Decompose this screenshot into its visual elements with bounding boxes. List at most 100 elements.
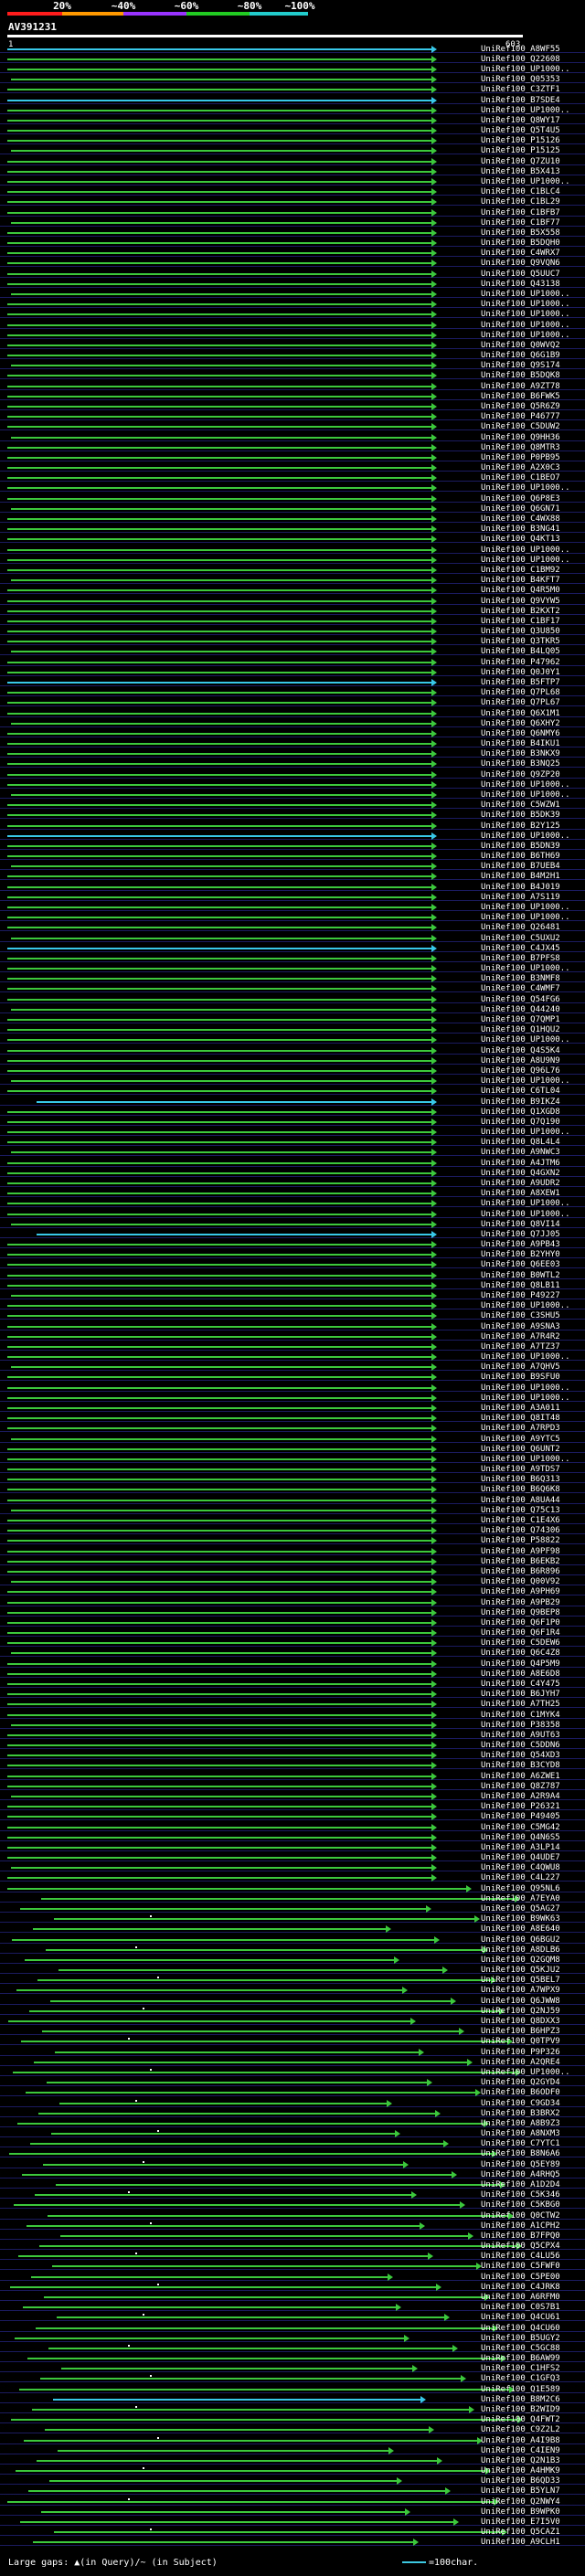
hit-label[interactable]: UniRef100_Q9VQN6 <box>481 260 560 268</box>
hit-label[interactable]: UniRef100_B4LQ05 <box>481 648 560 656</box>
hit-bar[interactable] <box>11 579 431 581</box>
hit-label[interactable]: UniRef100_P9P326 <box>481 2049 560 2057</box>
hit-bar[interactable] <box>26 2092 475 2094</box>
hit-bar[interactable] <box>7 743 431 745</box>
hit-label[interactable]: UniRef100_A8XEW1 <box>481 1190 560 1198</box>
hit-bar[interactable] <box>7 610 431 612</box>
hit-bar[interactable] <box>7 130 431 132</box>
hit-bar[interactable] <box>7 58 431 60</box>
hit-bar[interactable] <box>15 2337 404 2339</box>
hit-label[interactable]: UniRef100_UP1000.. <box>481 546 570 555</box>
hit-label[interactable]: UniRef100_C4LU56 <box>481 2253 560 2261</box>
hit-bar[interactable] <box>7 1663 431 1665</box>
hit-label[interactable]: UniRef100_UP1000.. <box>481 1036 570 1044</box>
hit-label[interactable]: UniRef100_C1BF77 <box>481 219 560 228</box>
hit-bar[interactable] <box>7 1642 431 1644</box>
hit-bar[interactable] <box>13 2072 516 2073</box>
hit-label[interactable]: UniRef100_Q4KT13 <box>481 535 560 544</box>
hit-label[interactable]: UniRef100_UP1000.. <box>481 791 570 800</box>
hit-bar[interactable] <box>7 1397 431 1399</box>
hit-bar[interactable] <box>7 1131 431 1133</box>
hit-bar[interactable] <box>7 733 431 735</box>
hit-bar[interactable] <box>7 1203 431 1204</box>
hit-label[interactable]: UniRef100_B7PFS8 <box>481 955 560 963</box>
hit-label[interactable]: UniRef100_Q4S5K4 <box>481 1047 560 1055</box>
hit-bar[interactable] <box>7 825 431 827</box>
hit-label[interactable]: UniRef100_A2X0C3 <box>481 464 560 472</box>
hit-label[interactable]: UniRef100_Q5CAZ1 <box>481 2528 560 2537</box>
hit-bar[interactable] <box>11 1581 431 1583</box>
hit-label[interactable]: UniRef100_Q44240 <box>481 1006 560 1014</box>
hit-label[interactable]: UniRef100_Q7PL68 <box>481 689 560 697</box>
hit-bar[interactable] <box>7 2501 494 2503</box>
hit-label[interactable]: UniRef100_B6JYH7 <box>481 1691 560 1699</box>
hit-bar[interactable] <box>7 1111 431 1113</box>
hit-bar[interactable] <box>7 917 431 918</box>
hit-label[interactable]: UniRef100_Q7Q190 <box>481 1118 560 1127</box>
hit-bar[interactable] <box>7 140 431 142</box>
hit-label[interactable]: UniRef100_C5DEW6 <box>481 1639 560 1648</box>
hit-label[interactable]: UniRef100_A7QHV5 <box>481 1363 560 1372</box>
hit-bar[interactable] <box>11 1366 431 1368</box>
hit-bar[interactable] <box>33 2541 413 2543</box>
hit-label[interactable]: UniRef100_A8E640 <box>481 1925 560 1934</box>
hit-label[interactable]: UniRef100_Q4P5M9 <box>481 1660 560 1669</box>
hit-label[interactable]: UniRef100_UP1000.. <box>481 311 570 319</box>
hit-bar[interactable] <box>7 1734 431 1736</box>
hit-bar[interactable] <box>22 2174 452 2176</box>
hit-label[interactable]: UniRef100_A9UDR2 <box>481 1180 560 1188</box>
hit-bar[interactable] <box>7 1193 431 1194</box>
hit-bar[interactable] <box>7 948 431 949</box>
hit-bar[interactable] <box>7 1417 431 1419</box>
hit-bar[interactable] <box>11 938 431 939</box>
hit-label[interactable]: UniRef100_A7TZ37 <box>481 1343 560 1352</box>
hit-label[interactable]: UniRef100_Q8DXX3 <box>481 2018 560 2026</box>
hit-label[interactable]: UniRef100_A9PB29 <box>481 1599 560 1607</box>
hit-bar[interactable] <box>7 1141 431 1143</box>
hit-label[interactable]: UniRef100_P58822 <box>481 1537 560 1545</box>
hit-bar[interactable] <box>7 1305 431 1307</box>
hit-label[interactable]: UniRef100_C7YTC1 <box>481 2140 560 2148</box>
hit-bar[interactable] <box>7 1407 431 1409</box>
hit-label[interactable]: UniRef100_B2YHY0 <box>481 1251 560 1259</box>
hit-label[interactable]: UniRef100_UP1000.. <box>481 965 570 973</box>
hit-label[interactable]: UniRef100_B8N6A6 <box>481 2150 560 2158</box>
hit-bar[interactable] <box>19 2389 509 2390</box>
hit-bar[interactable] <box>11 723 431 725</box>
hit-label[interactable]: UniRef100_B6EKB2 <box>481 1558 560 1566</box>
hit-bar[interactable] <box>7 477 431 479</box>
hit-bar[interactable] <box>7 549 431 551</box>
hit-label[interactable]: UniRef100_C9GD34 <box>481 2100 560 2108</box>
hit-label[interactable]: UniRef100_Q26481 <box>481 924 560 932</box>
hit-label[interactable]: UniRef100_Q2GYD4 <box>481 2079 560 2087</box>
hit-label[interactable]: UniRef100_B2Y125 <box>481 822 560 831</box>
hit-label[interactable]: UniRef100_UP1000.. <box>481 781 570 790</box>
hit-bar[interactable] <box>14 2204 460 2206</box>
hit-bar[interactable] <box>7 110 431 111</box>
hit-bar[interactable] <box>27 2225 420 2227</box>
hit-label[interactable]: UniRef100_P15126 <box>481 137 560 145</box>
hit-bar[interactable] <box>32 2409 469 2411</box>
hit-bar[interactable] <box>16 2470 485 2472</box>
hit-label[interactable]: UniRef100_A3LP14 <box>481 1844 560 1852</box>
hit-label[interactable]: UniRef100_Q8L4L4 <box>481 1139 560 1147</box>
hit-label[interactable]: UniRef100_Q6JWW8 <box>481 1998 560 2006</box>
hit-label[interactable]: UniRef100_Q6EE03 <box>481 1261 560 1269</box>
hit-bar[interactable] <box>20 2521 453 2523</box>
hit-label[interactable]: UniRef100_Q6P8E3 <box>481 495 560 504</box>
hit-label[interactable]: UniRef100_C1HFS2 <box>481 2365 560 2373</box>
hit-label[interactable]: UniRef100_P0PB95 <box>481 454 560 462</box>
hit-label[interactable]: UniRef100_A4I9B8 <box>481 2437 560 2445</box>
hit-bar[interactable] <box>7 283 431 285</box>
hit-bar[interactable] <box>7 324 431 326</box>
hit-bar[interactable] <box>44 2296 484 2298</box>
hit-label[interactable]: UniRef100_A1CPH2 <box>481 2222 560 2231</box>
hit-label[interactable]: UniRef100_Q4CU60 <box>481 2325 560 2333</box>
hit-label[interactable]: UniRef100_B3NG41 <box>481 525 560 534</box>
hit-label[interactable]: UniRef100_C4JRK8 <box>481 2284 560 2292</box>
hit-label[interactable]: UniRef100_C5MG42 <box>481 1824 560 1832</box>
hit-label[interactable]: UniRef100_P49405 <box>481 1813 560 1821</box>
hit-bar[interactable] <box>7 1448 431 1450</box>
hit-label[interactable]: UniRef100_UP1000.. <box>481 1302 570 1310</box>
hit-bar[interactable] <box>7 631 431 632</box>
